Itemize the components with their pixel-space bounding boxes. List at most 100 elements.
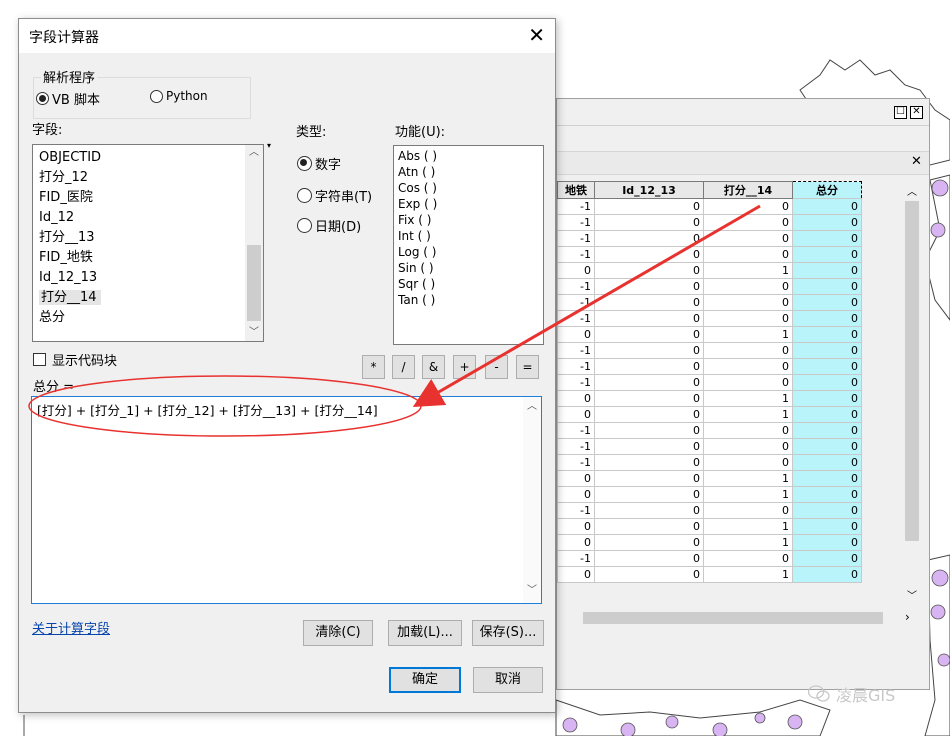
ok-button[interactable]: 确定 <box>389 667 461 693</box>
fields-listbox[interactable]: OBJECTID 打分_12 FID_医院 Id_12 打分__13 FID_地铁 Id_1… <box>32 144 264 342</box>
function-list-item[interactable]: Int ( ) <box>394 228 543 244</box>
operator-equals-button[interactable]: = <box>516 355 539 379</box>
table-cell[interactable]: 0 <box>557 326 595 343</box>
table-cell[interactable]: 0 <box>594 278 704 295</box>
table-cell[interactable]: 0 <box>792 518 862 535</box>
table-cell[interactable]: -1 <box>557 278 595 295</box>
table-cell[interactable]: 1 <box>703 534 793 551</box>
table-cell[interactable]: 0 <box>792 230 862 247</box>
table-cell[interactable]: 0 <box>703 214 793 231</box>
table-cell[interactable]: 0 <box>792 294 862 311</box>
table-cell[interactable]: 0 <box>594 406 704 423</box>
table-row[interactable]: 0010 <box>557 566 862 583</box>
table-cell[interactable]: 1 <box>703 326 793 343</box>
table-cell[interactable]: 1 <box>703 262 793 279</box>
table-cell[interactable]: -1 <box>557 214 595 231</box>
function-list-item[interactable]: Cos ( ) <box>394 180 543 196</box>
operator-plus-button[interactable]: + <box>453 355 476 379</box>
scrollbar-thumb[interactable] <box>583 612 883 624</box>
table-cell[interactable]: 0 <box>557 470 595 487</box>
table-row[interactable]: -1 0 0 0 <box>557 230 862 247</box>
table-cell[interactable]: 0 <box>594 326 704 343</box>
table-row[interactable]: 0010 <box>557 534 862 551</box>
table-row[interactable]: -1 0 0 0 <box>557 310 862 327</box>
functions-listbox[interactable]: Abs ( ) Atn ( ) Cos ( ) Exp ( ) Fix ( ) Int (… <box>393 145 544 345</box>
radio-type-date[interactable]: 日期(D) <box>297 216 361 235</box>
table-cell[interactable]: 0 <box>594 566 704 583</box>
chevron-up-icon[interactable]: ︿ <box>245 145 263 161</box>
table-row[interactable]: -1 0 0 0 <box>557 278 862 295</box>
table-cell[interactable]: 0 <box>557 390 595 407</box>
field-list-item[interactable]: 总分 <box>33 308 263 328</box>
table-row[interactable]: 0010 <box>557 406 862 423</box>
table-cell[interactable]: -1 <box>557 454 595 471</box>
table-row[interactable]: -1 0 0 0 <box>557 502 862 519</box>
table-cell[interactable]: -1 <box>557 342 595 359</box>
table-cell[interactable]: 0 <box>703 422 793 439</box>
table-cell[interactable]: -1 <box>557 310 595 327</box>
column-header-subway[interactable]: 地铁 <box>557 181 595 199</box>
field-list-item[interactable]: Id_12 <box>33 208 263 228</box>
table-row[interactable]: 0010 <box>557 470 862 487</box>
table-cell[interactable]: 0 <box>792 438 862 455</box>
table-cell[interactable]: -1 <box>557 358 595 375</box>
fields-scrollbar[interactable]: ︿ ﹀ <box>245 145 263 341</box>
scrollbar-thumb[interactable] <box>905 201 919 541</box>
operator-multiply-button[interactable]: * <box>362 355 385 379</box>
field-list-item[interactable]: FID_医院 <box>33 188 263 208</box>
function-list-item[interactable]: Log ( ) <box>394 244 543 260</box>
table-cell[interactable]: 0 <box>557 518 595 535</box>
table-cell[interactable]: 1 <box>703 470 793 487</box>
function-list-item[interactable]: Tan ( ) <box>394 292 543 308</box>
field-list-item[interactable]: 打分_12 <box>33 168 263 188</box>
function-list-item[interactable]: Sin ( ) <box>394 260 543 276</box>
radio-type-number[interactable]: 数字 <box>297 154 341 173</box>
table-cell[interactable]: -1 <box>557 374 595 391</box>
table-cell[interactable]: 0 <box>792 278 862 295</box>
table-cell[interactable]: 0 <box>703 310 793 327</box>
table-cell[interactable]: 0 <box>792 374 862 391</box>
table-cell[interactable]: 0 <box>594 262 704 279</box>
table-cell[interactable]: 0 <box>792 454 862 471</box>
table-cell[interactable]: 0 <box>792 214 862 231</box>
table-cell[interactable]: 0 <box>594 294 704 311</box>
function-list-item[interactable]: Exp ( ) <box>394 196 543 212</box>
table-cell[interactable]: 0 <box>594 550 704 567</box>
field-list-item[interactable]: 打分__14 <box>33 288 263 308</box>
table-cell[interactable]: 0 <box>703 454 793 471</box>
table-cell[interactable]: 0 <box>557 534 595 551</box>
close-icon[interactable]: ✕ <box>911 154 922 169</box>
dropdown-arrow-icon[interactable]: ▾ <box>267 141 271 150</box>
chevron-up-icon[interactable]: ︿ <box>907 183 917 198</box>
table-cell[interactable]: 0 <box>594 534 704 551</box>
table-cell[interactable]: 0 <box>594 438 704 455</box>
field-list-item[interactable]: FID_地铁 <box>33 248 263 268</box>
operator-minus-button[interactable]: - <box>485 355 508 379</box>
load-button[interactable]: 加载(L)... <box>388 620 462 646</box>
table-cell[interactable]: 0 <box>792 486 862 503</box>
cancel-button[interactable]: 取消 <box>473 667 543 693</box>
function-list-item[interactable]: Fix ( ) <box>394 212 543 228</box>
close-icon[interactable]: ✕ <box>910 106 923 119</box>
table-cell[interactable]: 0 <box>594 374 704 391</box>
function-list-item[interactable]: Atn ( ) <box>394 164 543 180</box>
table-cell[interactable]: -1 <box>557 422 595 439</box>
table-row[interactable]: 0010 <box>557 518 862 535</box>
chevron-up-icon[interactable]: ︿ <box>523 399 541 415</box>
scrollbar-thumb[interactable] <box>247 245 261 321</box>
radio-type-string[interactable]: 字符串(T) <box>297 186 372 205</box>
table-cell[interactable]: -1 <box>557 502 595 519</box>
table-cell[interactable]: -1 <box>557 294 595 311</box>
table-cell[interactable]: 1 <box>703 566 793 583</box>
maximize-icon[interactable]: ☐ <box>894 106 907 119</box>
table-cell[interactable]: 0 <box>557 566 595 583</box>
table-cell[interactable]: 0 <box>703 294 793 311</box>
table-cell[interactable]: 0 <box>594 198 704 215</box>
table-cell[interactable]: 0 <box>792 262 862 279</box>
table-cell[interactable]: -1 <box>557 198 595 215</box>
table-cell[interactable]: -1 <box>557 438 595 455</box>
table-cell[interactable]: 0 <box>594 214 704 231</box>
table-row[interactable]: -1 0 0 0 <box>557 438 862 455</box>
table-cell[interactable]: 0 <box>557 406 595 423</box>
table-cell[interactable]: 0 <box>594 390 704 407</box>
